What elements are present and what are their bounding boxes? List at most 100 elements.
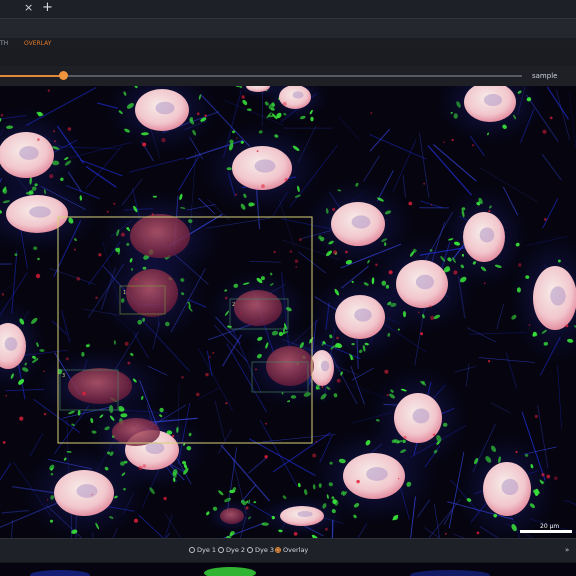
red-speck [408,201,413,206]
red-speck [196,392,200,397]
red-speck [98,253,102,257]
red-speck [47,89,50,92]
new-tab-icon[interactable]: + [42,0,53,15]
red-speck [225,402,228,405]
actin-fiber [1,509,29,514]
red-speck [398,478,400,480]
radio-icon [247,547,253,553]
red-speck [375,263,378,267]
red-speck [46,499,49,501]
actin-fiber [0,463,12,481]
expand-icon[interactable]: » [565,546,569,554]
actin-fiber [418,132,430,198]
nucleolus [412,408,430,424]
nucleolus [366,467,388,481]
mitochondrion [516,287,521,293]
header-strip [0,48,576,66]
red-speck [37,138,40,141]
tab-overlay[interactable]: OVERLAY [24,40,51,47]
red-speck [142,464,147,468]
actin-fiber [80,159,123,177]
nucleolus [19,146,39,160]
actin-fiber [465,363,470,387]
red-speck [1,293,5,296]
footer-image [0,563,576,576]
dye-2-label: Dye 2 [226,546,246,554]
red-speck [546,474,551,479]
red-speck [82,391,86,396]
actin-fiber [555,89,571,141]
actin-fiber [402,174,407,198]
nucleus [112,418,160,446]
microscopy-image: 1 2 3 20 µm [0,86,576,538]
dye-3-radio[interactable]: Dye 3 [247,546,274,554]
nucleus [234,290,282,326]
actin-fiber [29,433,44,457]
red-speck [265,422,267,425]
roi-label: 2 [232,302,235,308]
mitochondrion [242,99,248,106]
slider-thumb[interactable] [58,71,68,80]
nucleolus [292,91,304,99]
actin-fiber [505,352,517,389]
red-speck [384,369,389,374]
mitochondrion [384,242,387,246]
actin-fiber [557,365,562,429]
mode-tabs: TH OVERLAY [0,38,576,48]
toolbar [0,18,576,39]
red-speck [43,412,47,416]
red-speck [534,414,538,419]
red-speck [549,116,553,120]
red-speck [205,372,209,377]
red-speck [106,210,109,213]
red-speck [370,112,373,114]
red-speck [541,473,545,477]
tab-bar: × + [0,0,576,18]
slider-track[interactable] [0,75,522,77]
red-speck [284,178,288,182]
actin-fiber [164,514,173,538]
roi-label: 3 [62,373,65,379]
red-speck [403,435,407,440]
actin-fiber [350,365,365,405]
channel-bar: Dye 1 Dye 2 Dye 3 Overlay » [0,538,576,563]
actin-fiber [466,327,497,343]
red-speck [453,270,458,275]
red-speck [515,450,518,454]
nucleolus [254,159,276,173]
red-speck [133,518,139,523]
red-speck [420,332,424,336]
red-speck [294,259,299,263]
red-speck [67,127,72,131]
red-speck [565,324,569,328]
image-viewer[interactable]: 1 2 3 20 µm [0,86,576,538]
actin-fiber [542,198,559,229]
red-speck [312,453,317,458]
red-speck [444,532,447,535]
nucleus [126,269,178,317]
actin-fiber [496,304,504,330]
actin-fiber [369,134,427,160]
red-speck [264,455,268,459]
mitochondrion [37,257,40,261]
red-speck [321,386,324,388]
red-speck [518,263,522,267]
red-speck [171,434,175,438]
close-tab-icon[interactable]: × [24,1,33,14]
dye-2-radio[interactable]: Dye 2 [218,546,245,554]
nucleolus [297,511,313,517]
red-speck [273,250,276,254]
actin-fiber [541,153,562,181]
dye-1-radio[interactable]: Dye 1 [189,546,216,554]
red-speck [163,496,167,501]
red-speck [236,137,238,139]
overlay-radio[interactable]: Overlay [275,546,308,554]
mitochondrion [113,340,116,345]
nucleolus [479,227,495,243]
red-speck [423,182,425,185]
actin-fiber [138,514,164,538]
tab-left[interactable]: TH [0,40,8,47]
red-speck [131,286,134,288]
red-speck [431,204,433,206]
dye-3-label: Dye 3 [255,546,275,554]
